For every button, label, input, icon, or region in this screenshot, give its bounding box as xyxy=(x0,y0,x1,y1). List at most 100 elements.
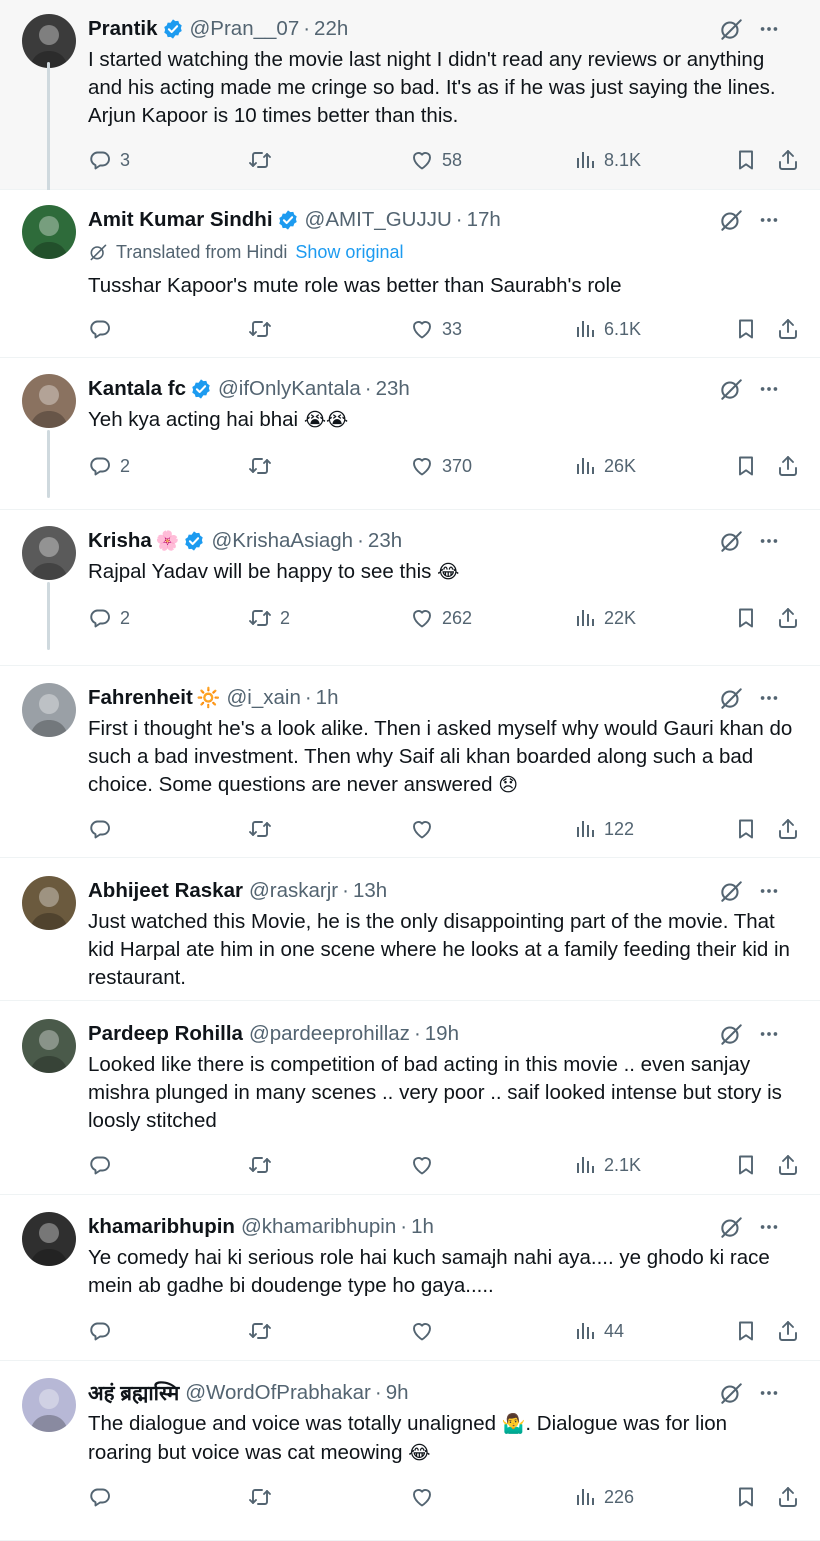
share-button[interactable] xyxy=(776,1150,800,1180)
share-button[interactable] xyxy=(776,1482,800,1512)
tweet[interactable]: Prantik @Pran__07 · 22h I started watching t… xyxy=(0,0,820,200)
user-handle[interactable]: @ifOnlyKantala xyxy=(218,377,361,401)
retweet-button[interactable]: 2 xyxy=(248,603,290,633)
timestamp[interactable]: 22h xyxy=(314,17,348,41)
views-button[interactable]: 6.1K xyxy=(574,314,641,344)
bookmark-button[interactable] xyxy=(734,1316,758,1346)
display-name[interactable]: khamaribhupin xyxy=(88,1215,235,1239)
like-button[interactable]: 262 xyxy=(410,603,472,633)
avatar[interactable] xyxy=(22,205,76,259)
tweet[interactable]: Krisha 🌸 @KrishaAsiagh · 23h Rajpal Yadav wil… xyxy=(0,510,820,666)
grok-icon[interactable] xyxy=(718,1019,744,1049)
more-icon[interactable] xyxy=(758,876,780,906)
views-button[interactable]: 8.1K xyxy=(574,145,641,175)
bookmark-button[interactable] xyxy=(734,603,758,633)
reply-button[interactable]: 3 xyxy=(88,145,130,175)
user-handle[interactable]: @khamaribhupin xyxy=(241,1215,396,1239)
reply-button[interactable] xyxy=(88,1316,120,1346)
share-button[interactable] xyxy=(776,451,800,481)
tweet[interactable]: Kantala fc @ifOnlyKantala · 23h Yeh kya acti… xyxy=(0,358,820,510)
timestamp[interactable]: 19h xyxy=(425,1022,459,1046)
like-button[interactable]: 33 xyxy=(410,314,462,344)
display-name[interactable]: Kantala fc xyxy=(88,377,186,401)
like-button[interactable] xyxy=(410,1482,442,1512)
avatar[interactable] xyxy=(22,526,76,580)
bookmark-button[interactable] xyxy=(734,314,758,344)
avatar[interactable] xyxy=(22,1212,76,1266)
bookmark-button[interactable] xyxy=(734,1150,758,1180)
like-button[interactable] xyxy=(410,1316,442,1346)
tweet[interactable]: Abhijeet Raskar @raskarjr · 13h Just watched… xyxy=(0,858,820,1001)
grok-icon[interactable] xyxy=(718,1212,744,1242)
views-button[interactable]: 122 xyxy=(574,814,634,844)
grok-icon[interactable] xyxy=(718,205,744,235)
more-icon[interactable] xyxy=(758,205,780,235)
display-name[interactable]: Fahrenheit xyxy=(88,686,193,710)
share-button[interactable] xyxy=(776,814,800,844)
avatar[interactable] xyxy=(22,374,76,428)
more-icon[interactable] xyxy=(758,683,780,713)
user-handle[interactable]: @pardeeprohillaz xyxy=(249,1022,410,1046)
user-handle[interactable]: @KrishaAsiagh xyxy=(211,529,353,553)
like-button[interactable]: 58 xyxy=(410,145,462,175)
retweet-button[interactable] xyxy=(248,1482,280,1512)
display-name[interactable]: Amit Kumar Sindhi xyxy=(88,208,273,232)
display-name[interactable]: Krisha xyxy=(88,529,152,553)
more-icon[interactable] xyxy=(758,374,780,404)
user-handle[interactable]: @AMIT_GUJJU xyxy=(305,208,452,232)
reply-button[interactable]: 2 xyxy=(88,603,130,633)
avatar[interactable] xyxy=(22,1378,76,1432)
grok-icon[interactable] xyxy=(718,526,744,556)
show-original-link[interactable]: Show original xyxy=(295,242,403,263)
display-name[interactable]: Prantik xyxy=(88,17,158,41)
more-icon[interactable] xyxy=(758,1019,780,1049)
like-button[interactable]: 370 xyxy=(410,451,472,481)
display-name[interactable]: अहं ब्रह्मास्मि xyxy=(88,1379,179,1407)
bookmark-button[interactable] xyxy=(734,451,758,481)
display-name[interactable]: Pardeep Rohilla xyxy=(88,1022,243,1046)
grok-icon[interactable] xyxy=(718,374,744,404)
timestamp[interactable]: 13h xyxy=(353,879,387,903)
user-handle[interactable]: @raskarjr xyxy=(249,879,338,903)
views-button[interactable]: 26K xyxy=(574,451,636,481)
reply-button[interactable] xyxy=(88,1482,120,1512)
tweet[interactable]: अहं ब्रह्मास्मि @WordOfPrabhakar · 9h The di… xyxy=(0,1361,820,1541)
avatar[interactable] xyxy=(22,876,76,930)
tweet[interactable]: Amit Kumar Sindhi @AMIT_GUJJU · 17h Translat… xyxy=(0,190,820,358)
reply-button[interactable]: 2 xyxy=(88,451,130,481)
retweet-button[interactable] xyxy=(248,814,280,844)
avatar[interactable] xyxy=(22,14,76,68)
tweet[interactable]: Pardeep Rohilla @pardeeprohillaz · 19h Looke… xyxy=(0,1001,820,1195)
timestamp[interactable]: 1h xyxy=(316,686,339,710)
bookmark-button[interactable] xyxy=(734,814,758,844)
retweet-button[interactable] xyxy=(248,1150,280,1180)
tweet[interactable]: khamaribhupin @khamaribhupin · 1h Ye comedy … xyxy=(0,1195,820,1361)
timestamp[interactable]: 1h xyxy=(411,1215,434,1239)
reply-button[interactable] xyxy=(88,1150,120,1180)
reply-button[interactable] xyxy=(88,314,120,344)
more-icon[interactable] xyxy=(758,14,780,44)
display-name[interactable]: Abhijeet Raskar xyxy=(88,879,243,903)
retweet-button[interactable] xyxy=(248,145,280,175)
more-icon[interactable] xyxy=(758,526,780,556)
timestamp[interactable]: 23h xyxy=(376,377,410,401)
share-button[interactable] xyxy=(776,145,800,175)
bookmark-button[interactable] xyxy=(734,145,758,175)
user-handle[interactable]: @Pran__07 xyxy=(190,17,300,41)
user-handle[interactable]: @i_xain xyxy=(226,686,300,710)
grok-icon[interactable] xyxy=(718,876,744,906)
grok-icon[interactable] xyxy=(718,683,744,713)
user-handle[interactable]: @WordOfPrabhakar xyxy=(185,1381,371,1405)
share-button[interactable] xyxy=(776,314,800,344)
like-button[interactable] xyxy=(410,1150,442,1180)
retweet-button[interactable] xyxy=(248,451,280,481)
more-icon[interactable] xyxy=(758,1212,780,1242)
bookmark-button[interactable] xyxy=(734,1482,758,1512)
avatar[interactable] xyxy=(22,683,76,737)
tweet[interactable]: Fahrenheit 🔆 @i_xain · 1h First i thought he'… xyxy=(0,666,820,858)
more-icon[interactable] xyxy=(758,1378,780,1408)
grok-icon[interactable] xyxy=(718,14,744,44)
grok-icon[interactable] xyxy=(718,1378,744,1408)
timestamp[interactable]: 17h xyxy=(467,208,501,232)
views-button[interactable]: 2.1K xyxy=(574,1150,641,1180)
